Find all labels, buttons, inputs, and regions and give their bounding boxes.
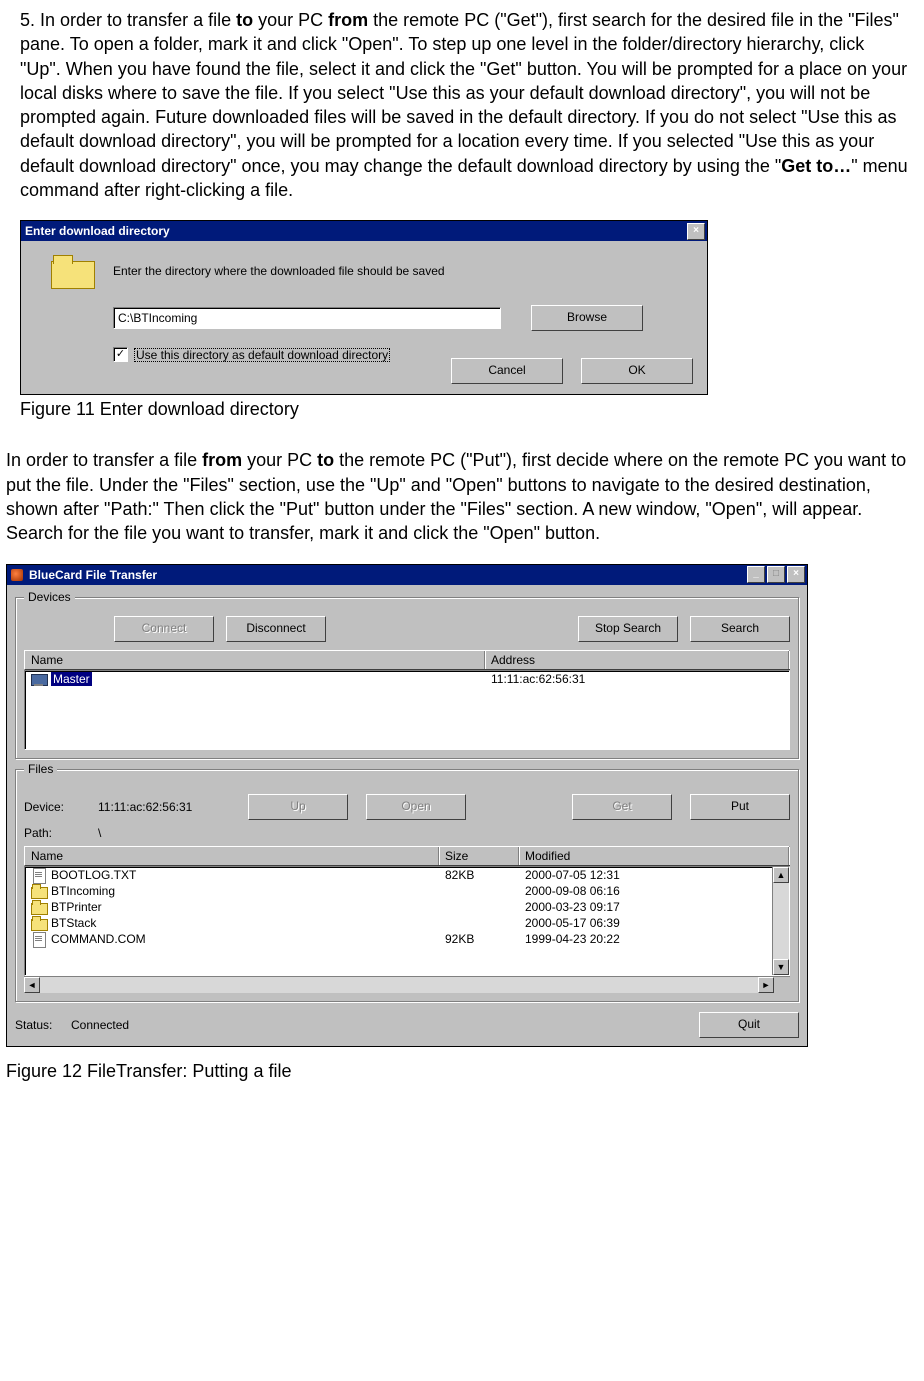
col-address[interactable]: Address — [485, 651, 789, 669]
open-button: Open — [366, 794, 466, 820]
device-value: 11:11:ac:62:56:31 — [98, 800, 192, 814]
file-modified: 1999-04-23 20:22 — [519, 932, 626, 946]
window-titlebar[interactable]: BlueCard File Transfer _ □ × — [7, 565, 807, 585]
download-dir-dialog: Enter download directory × Enter the dir… — [20, 220, 708, 395]
file-row[interactable]: BTPrinter 2000-03-23 09:17 — [25, 899, 789, 915]
minimize-icon[interactable]: _ — [747, 566, 765, 583]
devices-legend: Devices — [24, 590, 75, 604]
dialog-prompt: Enter the directory where the downloaded… — [113, 264, 445, 278]
scroll-down-icon[interactable]: ▼ — [773, 959, 789, 975]
figure12-caption: Figure 12 FileTransfer: Putting a file — [6, 1061, 918, 1082]
folder-icon — [51, 255, 93, 287]
status-label: Status: — [15, 1018, 71, 1032]
connect-button: Connect — [114, 616, 214, 642]
file-size: 92KB — [439, 932, 519, 946]
file-row[interactable]: BOOTLOG.TXT 82KB2000-07-05 12:31 — [25, 867, 789, 883]
default-dir-checkbox[interactable]: ✓ — [113, 347, 128, 362]
stop-search-button[interactable]: Stop Search — [578, 616, 678, 642]
disconnect-button[interactable]: Disconnect — [226, 616, 326, 642]
scroll-up-icon[interactable]: ▲ — [773, 867, 789, 883]
file-icon — [31, 868, 47, 882]
file-modified: 2000-05-17 06:39 — [519, 916, 626, 930]
files-group: Files Device: 11:11:ac:62:56:31 Up Open … — [15, 769, 799, 1002]
file-modified: 2000-07-05 12:31 — [519, 868, 626, 882]
search-button[interactable]: Search — [690, 616, 790, 642]
window-title: BlueCard File Transfer — [29, 568, 157, 582]
scroll-left-icon[interactable]: ◄ — [24, 977, 40, 993]
text: the remote PC ("Get"), first search for … — [20, 10, 907, 176]
paragraph-get: 5. In order to transfer a file to your P… — [20, 8, 910, 202]
file-name: COMMAND.COM — [51, 932, 146, 946]
devices-group: Devices Connect Disconnect Stop Search S… — [15, 597, 799, 759]
files-list[interactable]: BOOTLOG.TXT82KB2000-07-05 12:31BTIncomin… — [24, 866, 790, 976]
text-bold: from — [202, 450, 242, 470]
col-size[interactable]: Size — [439, 847, 519, 865]
file-icon — [31, 932, 47, 946]
file-row[interactable]: BTIncoming 2000-09-08 06:16 — [25, 883, 789, 899]
scroll-right-icon[interactable]: ► — [758, 977, 774, 993]
path-label: Path: — [24, 826, 80, 840]
file-row[interactable]: COMMAND.COM 92KB1999-04-23 20:22 — [25, 931, 789, 947]
file-name: BTStack — [51, 916, 96, 930]
vertical-scrollbar[interactable]: ▲ ▼ — [772, 867, 789, 975]
dialog-title: Enter download directory — [25, 224, 170, 238]
ok-button[interactable]: OK — [581, 358, 693, 384]
file-name: BOOTLOG.TXT — [51, 868, 136, 882]
figure11-caption: Figure 11 Enter download directory — [20, 399, 918, 420]
horizontal-scrollbar[interactable]: ◄ ► — [24, 976, 790, 993]
close-icon[interactable]: × — [687, 223, 705, 240]
col-name[interactable]: Name — [25, 651, 485, 669]
text: your PC — [242, 450, 317, 470]
maximize-icon: □ — [767, 566, 785, 583]
dialog-titlebar[interactable]: Enter download directory × — [21, 221, 707, 241]
text-bold: to — [317, 450, 334, 470]
quit-button[interactable]: Quit — [699, 1012, 799, 1038]
text: In order to transfer a file — [6, 450, 202, 470]
file-transfer-window: BlueCard File Transfer _ □ × Devices Con… — [6, 564, 808, 1047]
up-button: Up — [248, 794, 348, 820]
folder-icon — [31, 916, 47, 930]
browse-button[interactable]: Browse — [531, 305, 643, 331]
device-address: 11:11:ac:62:56:31 — [485, 672, 591, 686]
file-modified: 2000-03-23 09:17 — [519, 900, 626, 914]
text-bold: Get to… — [781, 156, 851, 176]
files-legend: Files — [24, 762, 57, 776]
devices-header[interactable]: Name Address — [24, 650, 790, 670]
text-bold: to — [236, 10, 253, 30]
get-button: Get — [572, 794, 672, 820]
default-dir-label[interactable]: Use this directory as default download d… — [134, 348, 390, 362]
cancel-button[interactable]: Cancel — [451, 358, 563, 384]
path-value: \ — [98, 826, 101, 840]
file-modified: 2000-09-08 06:16 — [519, 884, 626, 898]
file-row[interactable]: BTStack 2000-05-17 06:39 — [25, 915, 789, 931]
device-icon — [31, 672, 47, 686]
device-name: Master — [51, 672, 92, 686]
device-label: Device: — [24, 800, 80, 814]
folder-icon — [31, 900, 47, 914]
status-value: Connected — [71, 1018, 129, 1032]
file-name: BTPrinter — [51, 900, 102, 914]
put-button[interactable]: Put — [690, 794, 790, 820]
paragraph-put: In order to transfer a file from your PC… — [6, 448, 916, 545]
app-icon — [9, 567, 25, 583]
folder-icon — [31, 884, 47, 898]
scroll-corner — [774, 977, 790, 993]
col-modified[interactable]: Modified — [519, 847, 789, 865]
text: 5. In order to transfer a file — [20, 10, 236, 30]
close-icon[interactable]: × — [787, 566, 805, 583]
col-name[interactable]: Name — [25, 847, 439, 865]
device-row[interactable]: Master 11:11:ac:62:56:31 — [25, 671, 789, 687]
directory-input[interactable]: C:\BTIncoming — [113, 307, 501, 329]
files-header[interactable]: Name Size Modified — [24, 846, 790, 866]
file-size: 82KB — [439, 868, 519, 882]
text-bold: from — [328, 10, 368, 30]
text: your PC — [253, 10, 328, 30]
file-name: BTIncoming — [51, 884, 115, 898]
devices-list[interactable]: Master 11:11:ac:62:56:31 — [24, 670, 790, 750]
